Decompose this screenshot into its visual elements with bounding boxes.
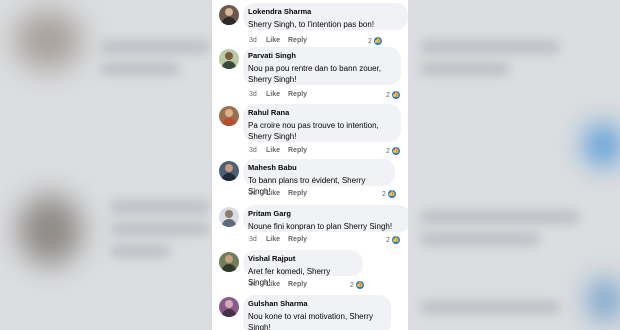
comment-author[interactable]: Gulshan Sharma: [248, 299, 383, 309]
reaction-count[interactable]: 2 👍: [386, 235, 401, 245]
comments-column: Lokendra Sharma Sherry Singh, to l'inten…: [212, 0, 408, 330]
avatar[interactable]: [219, 252, 239, 272]
blurred-avatar: [18, 195, 82, 265]
avatar[interactable]: [219, 207, 239, 227]
reaction-count[interactable]: 2 👍: [382, 189, 397, 199]
reply-button[interactable]: Reply: [288, 189, 307, 198]
avatar[interactable]: [219, 49, 239, 69]
comment-age[interactable]: 3d: [249, 36, 266, 45]
comment-author[interactable]: Lokendra Sharma: [248, 7, 400, 17]
comment-actions: 3d Like Reply: [249, 36, 307, 45]
comment-author[interactable]: Mahesh Babu: [248, 163, 387, 173]
comment-text: Nou kone to vrai motivation, Sherry Sing…: [248, 312, 373, 330]
reply-button[interactable]: Reply: [288, 36, 307, 45]
blurred-avatar: [14, 10, 82, 70]
like-icon: 👍: [386, 189, 397, 199]
reply-button[interactable]: Reply: [288, 280, 307, 289]
reply-button[interactable]: Reply: [288, 235, 307, 244]
comment-author[interactable]: Parvati Singh: [248, 51, 393, 61]
like-button[interactable]: Like: [266, 36, 288, 45]
comment-bubble: Parvati Singh Nou pa pou rentre dan to b…: [243, 47, 401, 85]
reaction-count[interactable]: 2 👍: [386, 90, 401, 100]
like-button[interactable]: Like: [266, 189, 288, 198]
comment-author[interactable]: Rahul Rana: [248, 108, 393, 118]
reaction-count[interactable]: 2 👍: [386, 146, 401, 156]
comment-text: Pa croire nou pas trouve to intention, S…: [248, 121, 379, 141]
comment-bubble: Pritam Garg Noune fini konpran to plan S…: [243, 205, 408, 232]
comment-text: Noune fini konpran to plan Sherry Singh!: [248, 222, 393, 231]
comment-bubble: Vishal Rajput Aret fer komedi, Sherry Si…: [243, 250, 363, 287]
comment-actions: 3d Like Reply: [249, 90, 307, 99]
comment-actions: 3d Like Reply: [249, 146, 307, 155]
reaction-count[interactable]: 2 👍: [368, 36, 383, 46]
like-button[interactable]: Like: [266, 90, 288, 99]
like-icon: 👍: [390, 235, 401, 245]
comment-bubble: Rahul Rana Pa croire nou pas trouve to i…: [243, 104, 401, 142]
comment-actions: 3d Like Reply: [249, 235, 307, 244]
comment-age[interactable]: 3d: [249, 90, 266, 99]
comment-age[interactable]: 3d: [249, 189, 266, 198]
like-button[interactable]: Like: [266, 280, 288, 289]
like-icon: 👍: [390, 146, 401, 156]
like-icon: 👍: [390, 90, 401, 100]
avatar[interactable]: [219, 106, 239, 126]
comment-bubble: Mahesh Babu To bann plans tro évident, S…: [243, 159, 395, 196]
reaction-count[interactable]: 2 👍: [350, 280, 365, 290]
comment-age[interactable]: 3d: [249, 280, 266, 289]
reply-button[interactable]: Reply: [288, 90, 307, 99]
avatar[interactable]: [219, 5, 239, 25]
comment-bubble: Lokendra Sharma Sherry Singh, to l'inten…: [243, 3, 408, 30]
comment-bubble: Gulshan Sharma Nou kone to vrai motivati…: [243, 295, 391, 330]
avatar[interactable]: [219, 161, 239, 181]
like-icon: 👍: [354, 280, 365, 290]
comment-author[interactable]: Pritam Garg: [248, 209, 403, 219]
blurred-avatar: [586, 125, 620, 165]
comment-text: Sherry Singh, to l'intention pas bon!: [248, 20, 375, 29]
reply-button[interactable]: Reply: [288, 146, 307, 155]
like-button[interactable]: Like: [266, 235, 288, 244]
comment-actions: 3d Like Reply: [249, 280, 307, 289]
comment-author[interactable]: Vishal Rajput: [248, 254, 355, 264]
blurred-avatar: [590, 280, 620, 320]
like-icon: 👍: [372, 36, 383, 46]
comment-age[interactable]: 3d: [249, 235, 266, 244]
comment-age[interactable]: 3d: [249, 146, 266, 155]
like-button[interactable]: Like: [266, 146, 288, 155]
comment-actions: 3d Like Reply: [249, 189, 307, 198]
comment-text: Nou pa pou rentre dan to bann zouer, She…: [248, 64, 381, 84]
avatar[interactable]: [219, 297, 239, 317]
